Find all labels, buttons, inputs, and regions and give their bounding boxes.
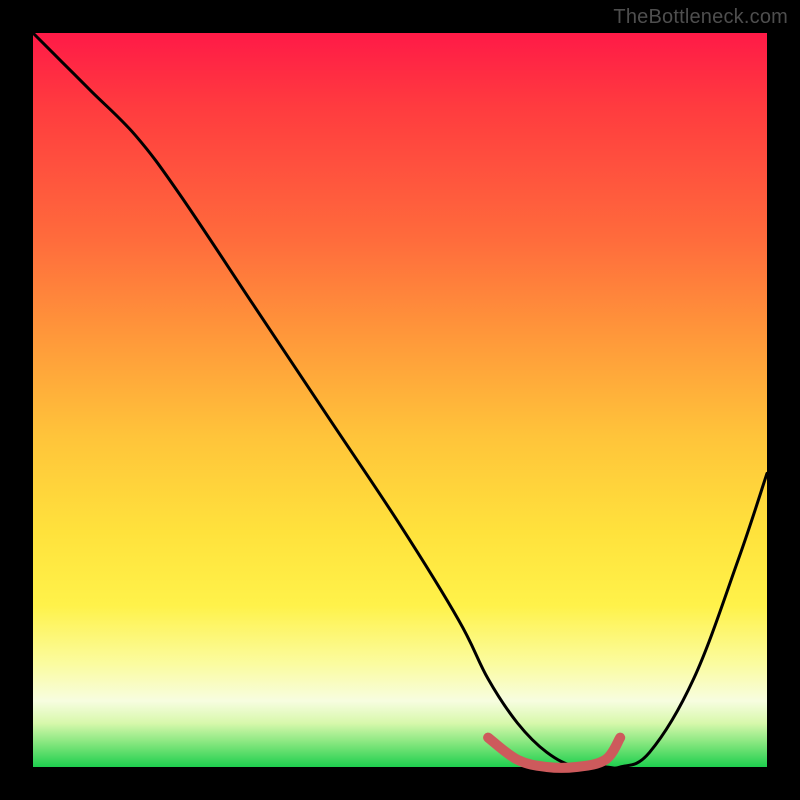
watermark-label: TheBottleneck.com (613, 6, 788, 29)
bottleneck-curve (33, 33, 767, 768)
optimal-band (488, 738, 620, 768)
chart-frame: TheBottleneck.com (0, 0, 800, 800)
chart-svg (33, 33, 767, 767)
plot-area (33, 33, 767, 767)
